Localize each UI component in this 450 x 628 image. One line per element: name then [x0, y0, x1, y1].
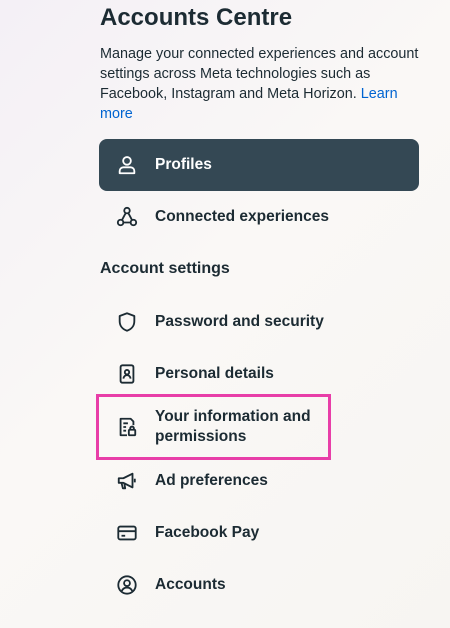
nav-item-label: Profiles [155, 156, 212, 173]
settings-item-label: Accounts [155, 576, 226, 593]
nav-item-connected-experiences[interactable]: Connected experiences [99, 191, 419, 243]
document-lock-icon [115, 415, 139, 439]
settings-item-label: Password and security [155, 313, 324, 330]
settings-item-facebook-pay[interactable]: Facebook Pay [99, 507, 419, 559]
settings-item-your-information[interactable]: Your information and permissions [99, 401, 419, 453]
settings-item-ad-preferences[interactable]: Ad preferences [99, 455, 419, 507]
nav-item-label: Connected experiences [155, 208, 330, 225]
person-icon [115, 153, 139, 177]
shield-icon [115, 310, 139, 334]
settings-item-password-security[interactable]: Password and security [99, 296, 419, 348]
settings-item-label: Personal details [155, 365, 274, 382]
page-title: Accounts Centre [100, 4, 293, 31]
account-settings-heading: Account settings [100, 260, 230, 277]
megaphone-icon [115, 469, 139, 493]
settings-item-label: Ad preferences [155, 472, 268, 489]
settings-item-personal-details[interactable]: Personal details [99, 348, 419, 400]
settings-item-label: Facebook Pay [155, 524, 260, 541]
settings-item-accounts[interactable]: Accounts [99, 559, 419, 611]
user-circle-icon [115, 573, 139, 597]
settings-item-label: Your information and permissions [155, 408, 311, 445]
nav-item-profiles[interactable]: Profiles [99, 139, 419, 191]
page-description: Manage your connected experiences and ac… [100, 44, 420, 124]
id-card-icon [115, 362, 139, 386]
connected-nodes-icon [115, 205, 139, 229]
credit-card-icon [115, 521, 139, 545]
